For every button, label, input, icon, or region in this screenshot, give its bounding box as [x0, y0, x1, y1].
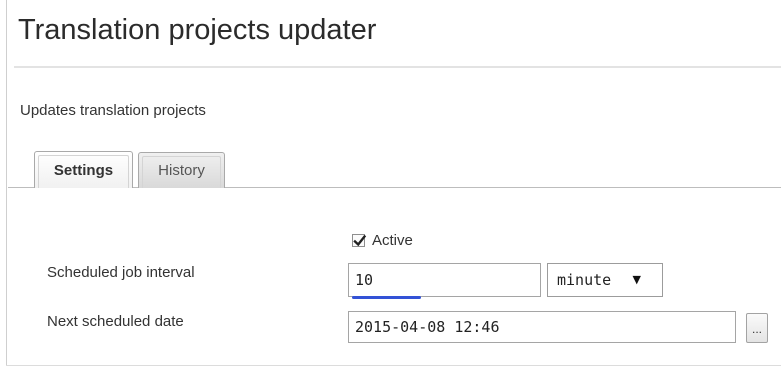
next-date-input[interactable]	[348, 311, 736, 343]
interval-unit-select[interactable]: minute ▼	[547, 263, 663, 297]
interval-label: Scheduled job interval	[47, 264, 195, 281]
tab-history[interactable]: History	[138, 152, 225, 188]
interval-unit-value: minute	[557, 271, 612, 289]
interval-input[interactable]	[348, 263, 541, 297]
caret-down-icon: ▼	[632, 273, 641, 286]
page-description: Updates translation projects	[20, 102, 206, 119]
tab-settings-label: Settings	[53, 161, 114, 179]
next-date-label: Next scheduled date	[47, 313, 184, 330]
page-title: Translation projects updater	[18, 14, 377, 46]
interval-input-focus-underline	[352, 296, 421, 299]
active-label: Active	[372, 232, 413, 249]
title-divider	[14, 66, 781, 68]
tab-history-label: History	[158, 162, 205, 179]
date-picker-button[interactable]: ...	[746, 313, 768, 343]
checkmark-icon	[353, 234, 367, 247]
active-checkbox[interactable]	[352, 234, 367, 247]
tab-settings[interactable]: Settings	[34, 151, 133, 188]
